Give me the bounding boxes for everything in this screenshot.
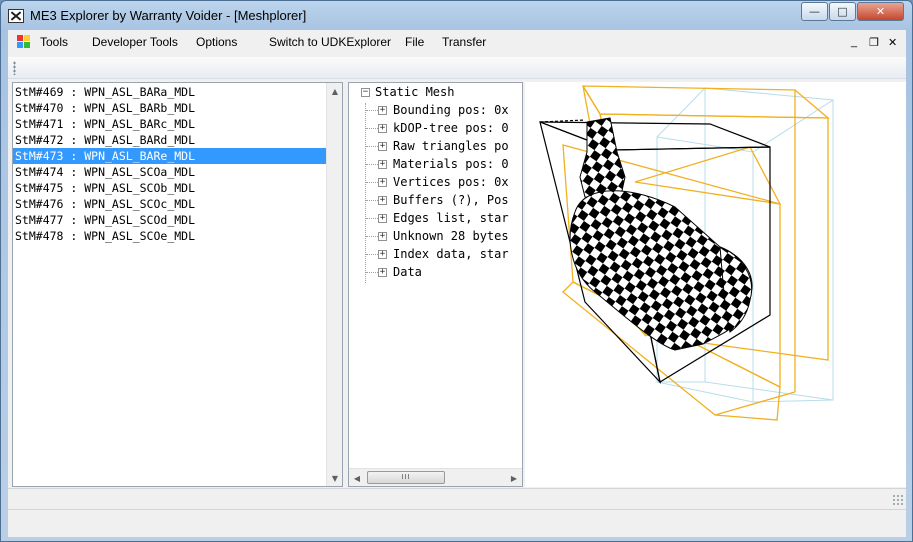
menu-options[interactable]: Options (196, 35, 237, 49)
menu-switch-udkexplorer[interactable]: Switch to UDKExplorer (269, 35, 391, 49)
tools-menu-icon (17, 35, 32, 49)
status-strip-lower (8, 509, 906, 535)
scroll-left-arrow[interactable]: ◀ (349, 470, 365, 486)
mesh-list-item[interactable]: StM#478 : WPN_ASL_SCOe_MDL (13, 228, 327, 244)
tree-expand-icon[interactable]: + (378, 250, 387, 259)
mesh-list-item[interactable]: StM#470 : WPN_ASL_BARb_MDL (13, 100, 327, 116)
tree-connector (366, 182, 378, 183)
tree-expand-icon[interactable]: + (378, 214, 387, 223)
tree-connector (366, 164, 378, 165)
mesh-3d-viewport[interactable] (525, 82, 906, 487)
menu-developer-tools[interactable]: Developer Tools (92, 35, 178, 49)
mesh-list-item[interactable]: StM#472 : WPN_ASL_BARd_MDL (13, 132, 327, 148)
tree-node-label[interactable]: Unknown 28 bytes (393, 227, 509, 245)
status-strip-upper (8, 488, 906, 508)
size-grip-upper[interactable] (892, 494, 904, 506)
tree-expand-icon[interactable]: + (378, 268, 387, 277)
tree-connector (366, 146, 378, 147)
title-bar[interactable]: ME3 Explorer by Warranty Voider - [Meshp… (1, 1, 912, 30)
mesh-list-vscrollbar[interactable]: ▲ ▼ (326, 83, 342, 486)
mesh-list[interactable]: StM#469 : WPN_ASL_BARa_MDL StM#470 : WPN_… (13, 83, 327, 486)
mdi-minimize-button[interactable]: _ (851, 36, 857, 48)
app-icon (8, 9, 24, 23)
tree-node-label[interactable]: kDOP-tree pos: 0 (393, 119, 509, 137)
mesh-list-item[interactable]: StM#469 : WPN_ASL_BARa_MDL (13, 84, 327, 100)
property-tree-panel: − Static Mesh + Bounding pos: 0x + kDOP-tre… (348, 82, 523, 487)
menu-bar: Tools Developer Tools Options Switch to … (8, 30, 906, 54)
mesh-render (539, 85, 834, 421)
mesh-list-item[interactable]: StM#476 : WPN_ASL_SCOc_MDL (13, 196, 327, 212)
mesh-list-item[interactable]: StM#474 : WPN_ASL_SCOa_MDL (13, 164, 327, 180)
scroll-up-arrow[interactable]: ▲ (327, 83, 343, 99)
tree-connector (366, 272, 378, 273)
mesh-list-item[interactable]: StM#471 : WPN_ASL_BARc_MDL (13, 116, 327, 132)
scroll-down-arrow[interactable]: ▼ (327, 470, 343, 486)
menu-transfer[interactable]: Transfer (442, 35, 486, 49)
minimize-button[interactable]: — (801, 2, 828, 21)
property-tree[interactable]: − Static Mesh + Bounding pos: 0x + kDOP-tre… (349, 83, 522, 468)
tree-expand-icon[interactable]: + (378, 196, 387, 205)
tree-root-collapse-icon[interactable]: − (361, 88, 370, 97)
toolbar-grip[interactable] (13, 61, 16, 75)
tree-node-label[interactable]: Buffers (?), Pos (393, 191, 509, 209)
tree-connector (366, 200, 378, 201)
menu-tools[interactable]: Tools (40, 35, 68, 49)
mesh-list-item[interactable]: StM#475 : WPN_ASL_SCOb_MDL (13, 180, 327, 196)
client-area: Tools Developer Tools Options Switch to … (8, 30, 906, 537)
tree-expand-icon[interactable]: + (378, 106, 387, 115)
maximize-button[interactable]: □ (829, 2, 856, 21)
tree-connector (366, 218, 378, 219)
tree-node-label[interactable]: Bounding pos: 0x (393, 101, 509, 119)
tree-connector (366, 254, 378, 255)
tree-root-label[interactable]: Static Mesh (375, 83, 454, 101)
mesh-list-item[interactable]: StM#473 : WPN_ASL_BARe_MDL (13, 148, 327, 164)
tree-node-label[interactable]: Vertices pos: 0x (393, 173, 509, 191)
tree-hscrollbar[interactable]: ◀ III ▶ (349, 468, 522, 486)
tree-connector (365, 103, 366, 283)
tree-node-label[interactable]: Edges list, star (393, 209, 509, 227)
tree-node-label[interactable]: Raw triangles po (393, 137, 509, 155)
tree-expand-icon[interactable]: + (378, 160, 387, 169)
tree-node-label[interactable]: Index data, star (393, 245, 509, 263)
tree-connector (366, 110, 378, 111)
tree-node-label[interactable]: Data (393, 263, 422, 281)
mdi-restore-button[interactable]: ❐ (869, 36, 879, 49)
tree-expand-icon[interactable]: + (378, 124, 387, 133)
scroll-right-arrow[interactable]: ▶ (506, 470, 522, 486)
toolbar (8, 57, 906, 79)
tree-connector (366, 236, 378, 237)
mesh-list-item[interactable]: StM#477 : WPN_ASL_SCOd_MDL (13, 212, 327, 228)
mdi-close-button[interactable]: ✕ (888, 36, 897, 49)
mesh-list-panel: StM#469 : WPN_ASL_BARa_MDL StM#470 : WPN_… (12, 82, 343, 487)
close-button[interactable]: ✕ (857, 2, 904, 21)
tree-connector (366, 128, 378, 129)
window-title: ME3 Explorer by Warranty Voider - [Meshp… (30, 8, 307, 23)
tree-node-label[interactable]: Materials pos: 0 (393, 155, 509, 173)
tree-expand-icon[interactable]: + (378, 142, 387, 151)
menu-file[interactable]: File (405, 35, 424, 49)
tree-hscroll-thumb[interactable]: III (367, 471, 445, 484)
tree-expand-icon[interactable]: + (378, 232, 387, 241)
tree-expand-icon[interactable]: + (378, 178, 387, 187)
app-window: ME3 Explorer by Warranty Voider - [Meshp… (0, 0, 913, 542)
